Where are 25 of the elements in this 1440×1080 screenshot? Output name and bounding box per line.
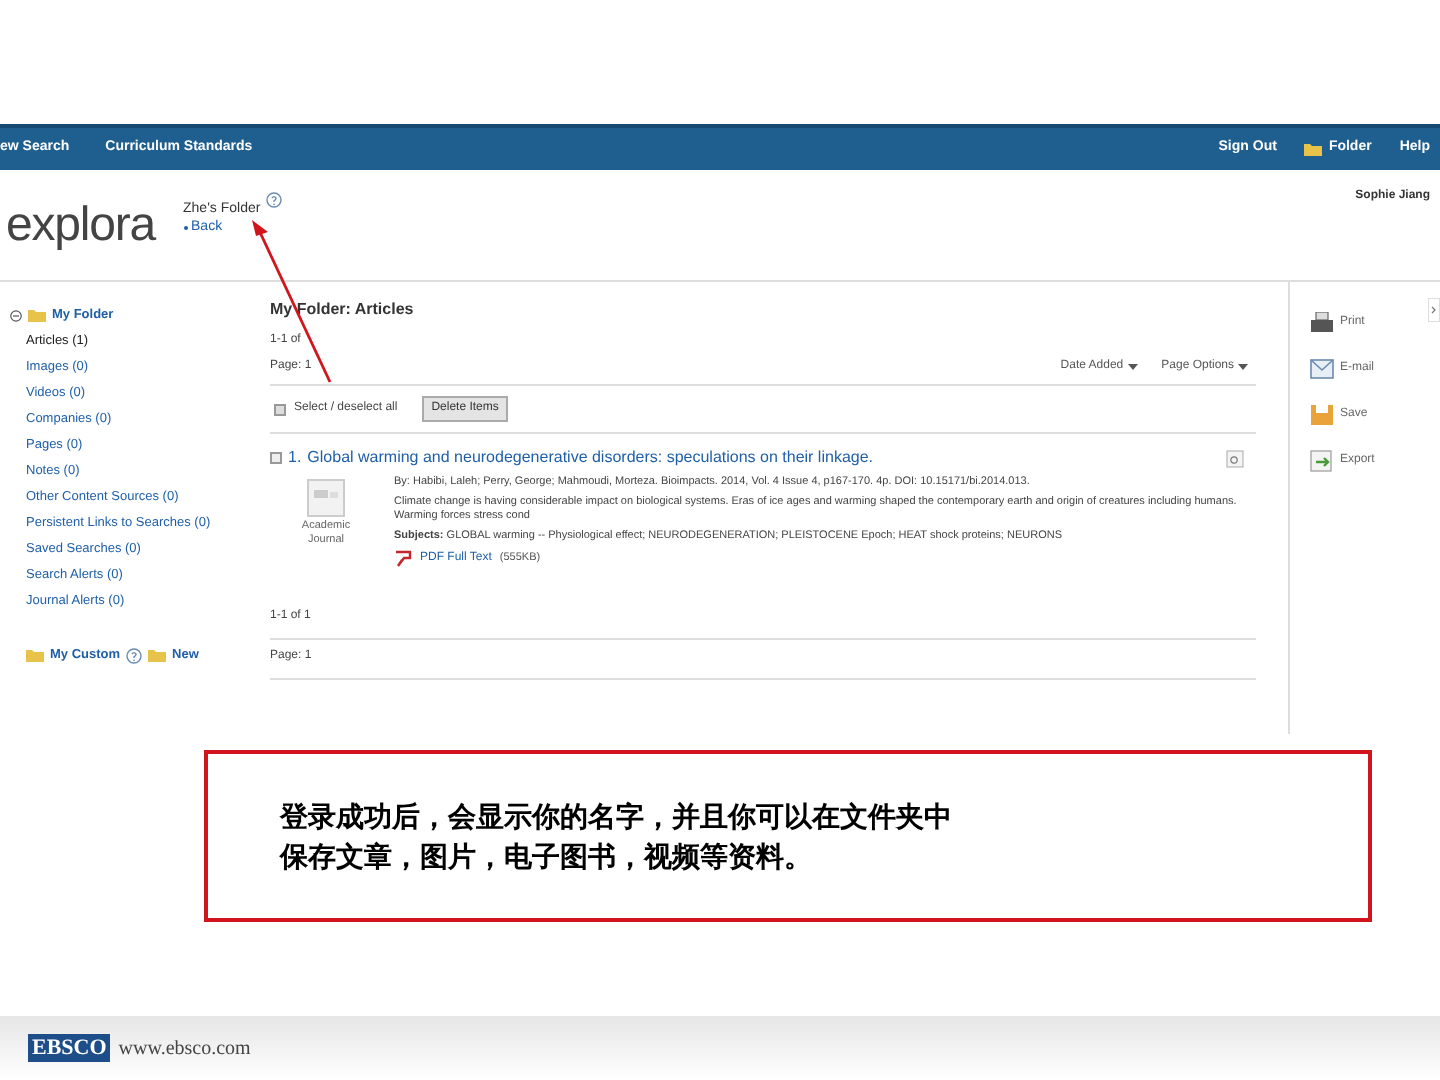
help-icon[interactable]: [266, 192, 283, 208]
caret-icon: [1238, 364, 1248, 370]
ebsco-logo: EBSCO: [28, 1034, 111, 1062]
journal-icon: [304, 476, 348, 520]
envelope-icon: [1310, 358, 1334, 380]
checkbox[interactable]: [270, 452, 282, 464]
printer-icon: [1310, 312, 1334, 334]
caret-icon: [1127, 364, 1138, 370]
folder-icon: [26, 648, 44, 662]
help-icon[interactable]: [126, 647, 143, 663]
callout-text: 登录成功后，会显示你的名字，并且你可以在文件夹中 保存文章，图片，电子图书，视频等资料。: [280, 799, 954, 878]
chevron-right-icon[interactable]: [1428, 298, 1440, 322]
preview-icon[interactable]: [1226, 449, 1244, 467]
checkbox[interactable]: [274, 403, 286, 415]
pdf-icon: [394, 550, 412, 568]
result-number: 1.: [288, 446, 302, 470]
folder-icon: [1304, 142, 1323, 156]
explora-logo: explora: [6, 202, 156, 250]
folder-icon: [28, 308, 46, 322]
website-url: www.ebsco.com: [118, 1035, 251, 1063]
export-document-icon: [1310, 450, 1334, 472]
article-title-link[interactable]: Global warming and neurodegenerative disorders: speculations on their linkage.: [307, 446, 874, 470]
page-title: My Folder: Articles: [270, 298, 416, 322]
collapse-icon[interactable]: [10, 309, 22, 321]
new-folder-icon: [148, 648, 167, 662]
